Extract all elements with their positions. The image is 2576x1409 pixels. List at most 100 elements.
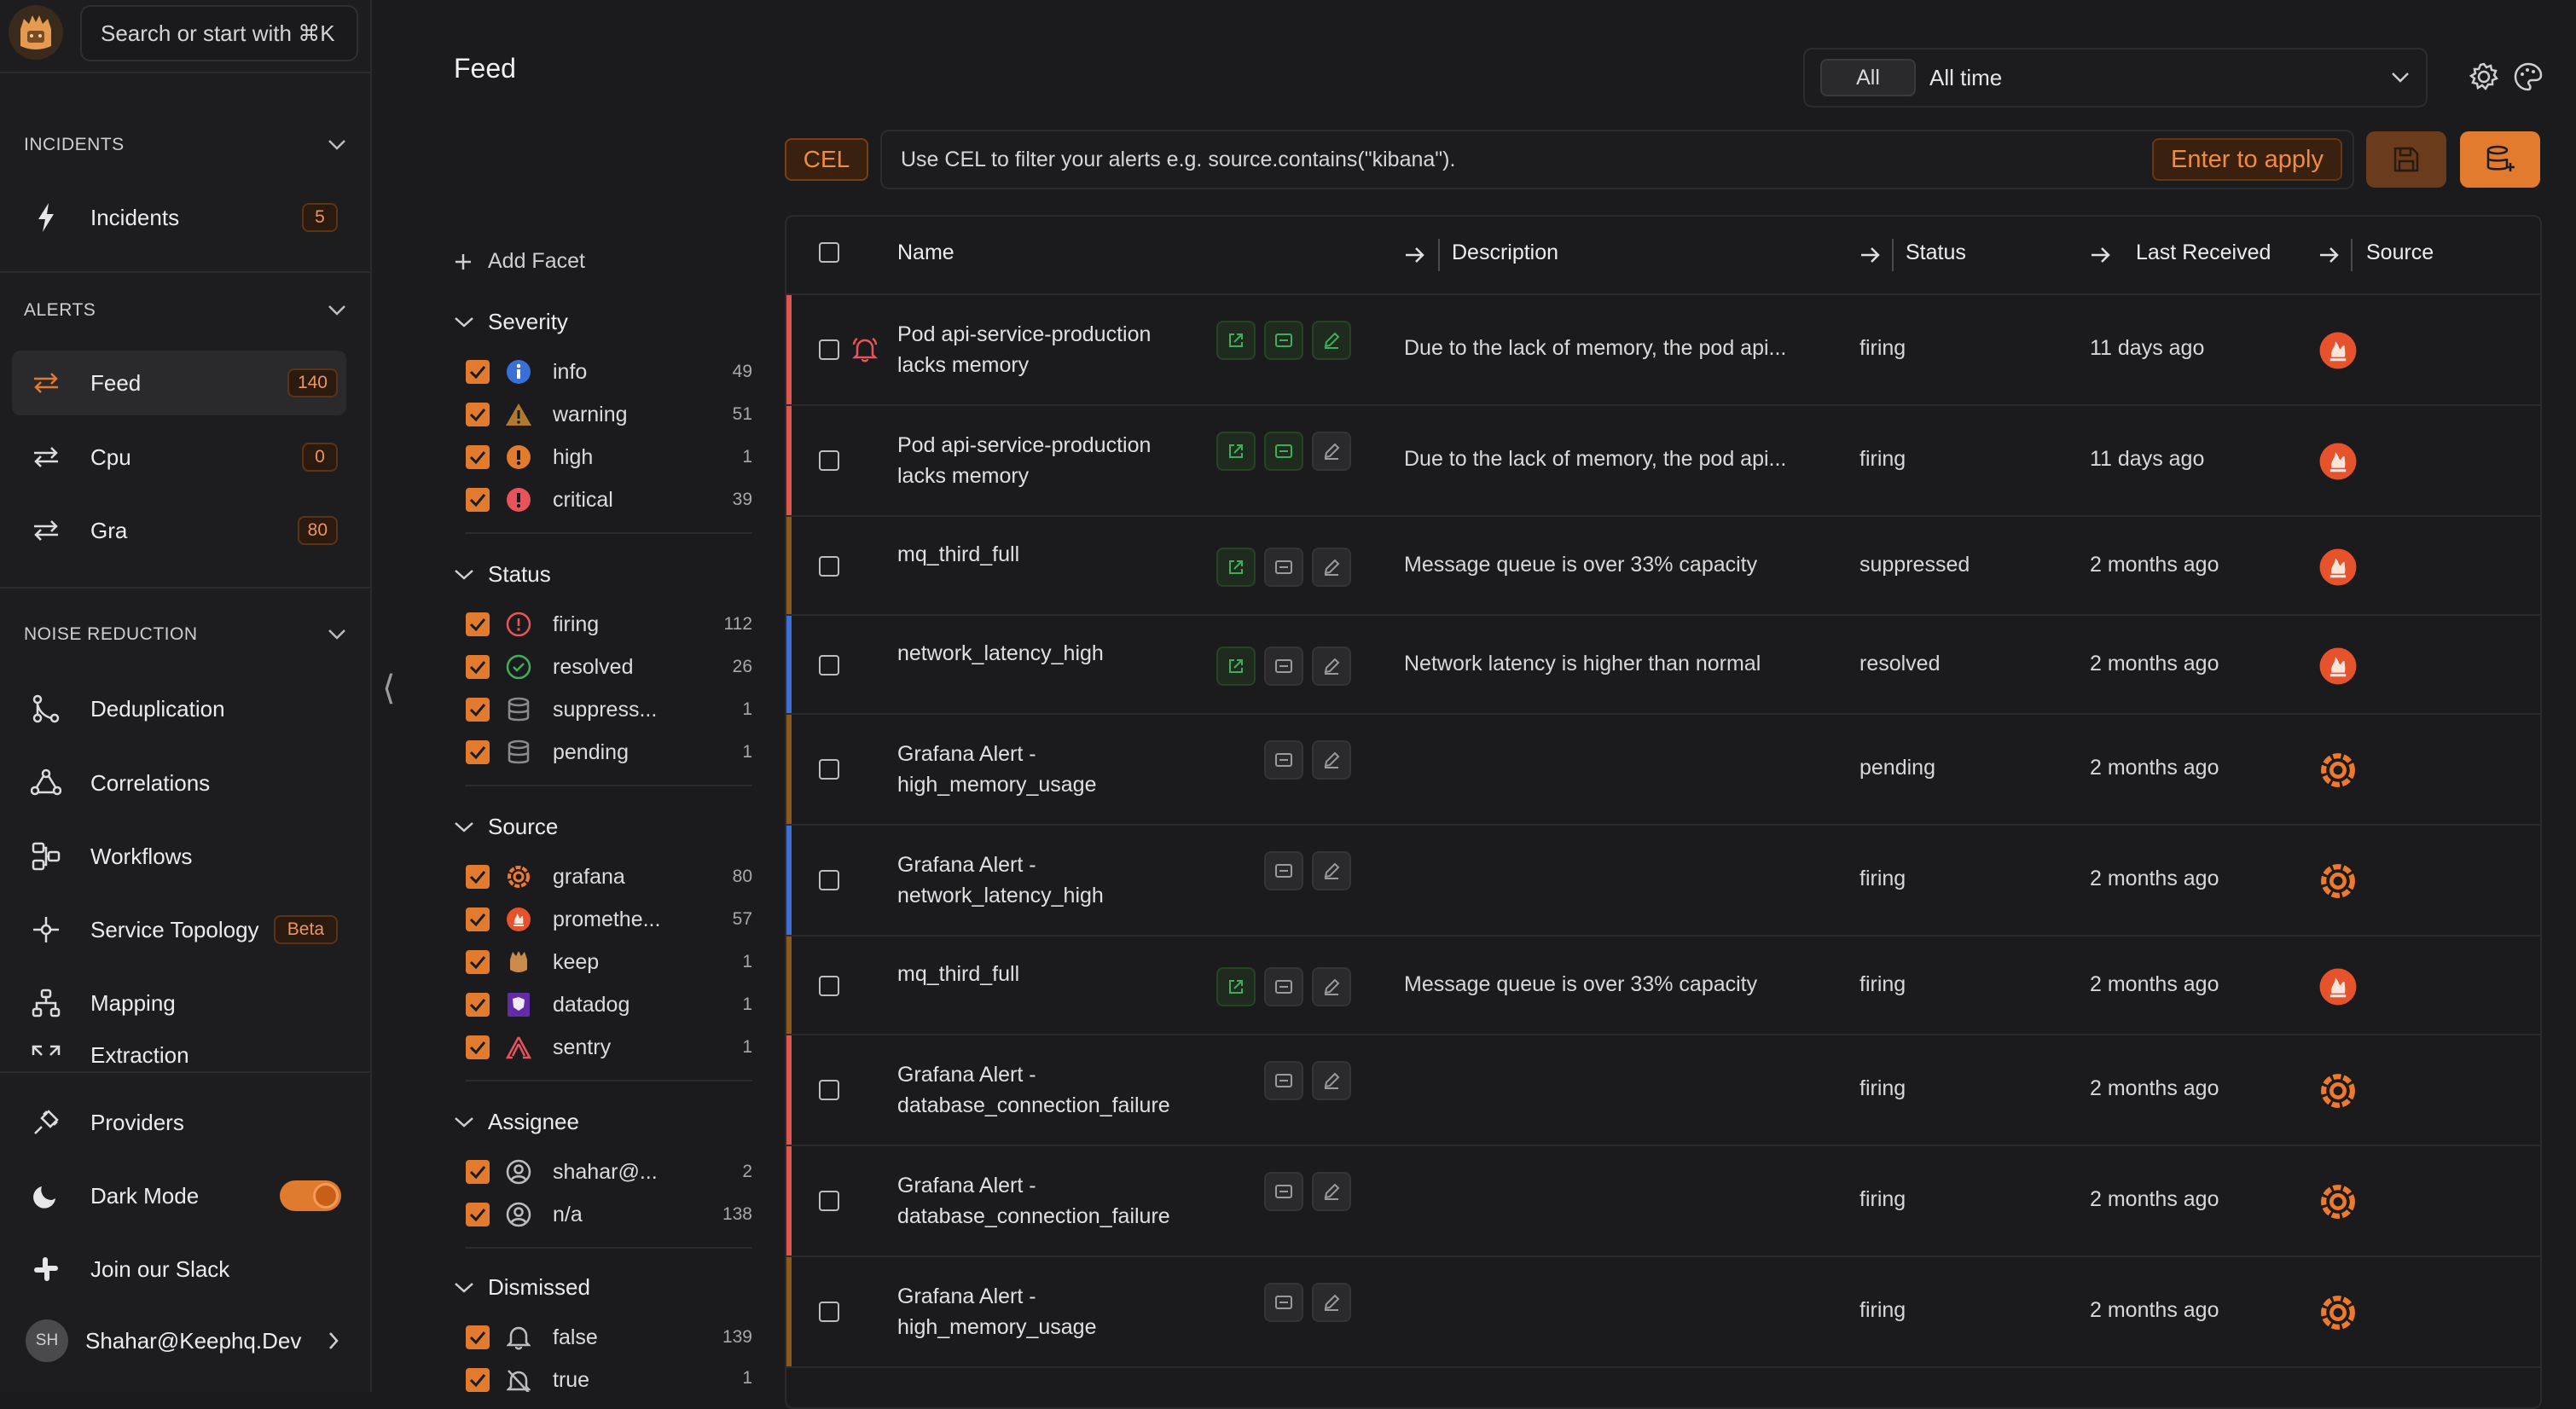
sidebar-item-feed[interactable]: Feed 140 [12,351,346,415]
row-checkbox[interactable] [819,1191,839,1211]
facet-option-prometheus[interactable]: promethe... 57 [466,899,752,940]
sidebar-collapse-handle[interactable]: ⟨ [382,669,396,708]
gear-icon[interactable] [2467,60,2501,94]
checkbox[interactable] [466,488,490,512]
checkbox[interactable] [466,360,490,384]
sidebar-item-service-topology[interactable]: Service Topology Beta [12,897,346,962]
facet-option-suppressed[interactable]: suppress... 1 [466,689,752,730]
facet-option-sentry[interactable]: sentry 1 [466,1027,752,1068]
keep-logo[interactable] [9,5,63,60]
ticket-icon[interactable] [1264,1283,1303,1322]
edit-icon[interactable] [1312,1283,1351,1322]
checkbox[interactable] [466,865,490,889]
edit-icon[interactable] [1312,548,1351,587]
facet-option-info[interactable]: info 49 [466,351,752,392]
facet-header-status[interactable]: Status [454,561,551,588]
alert-name[interactable]: mq_third_full [897,539,1187,570]
sidebar-item-mapping[interactable]: Mapping [12,971,346,1035]
checkbox[interactable] [466,907,490,931]
cel-query-input[interactable]: Use CEL to filter your alerts e.g. sourc… [880,130,2354,189]
alert-name[interactable]: Grafana Alert - database_connection_fail… [897,1059,1187,1121]
edit-icon[interactable] [1312,1061,1351,1100]
alert-name[interactable]: Grafana Alert - database_connection_fail… [897,1170,1187,1232]
palette-icon[interactable] [2511,60,2545,94]
table-row[interactable]: Grafana Alert - high_memory_usage firing… [786,1257,2540,1368]
checkbox[interactable] [466,740,490,764]
checkbox[interactable] [466,403,490,426]
arrow-right-icon[interactable] [1402,242,1428,268]
ticket-icon[interactable] [1264,967,1303,1006]
table-row[interactable]: Grafana Alert - database_connection_fail… [786,1035,2540,1146]
checkbox[interactable] [466,1035,490,1059]
facet-option-assignee-na[interactable]: n/a 138 [466,1194,752,1235]
alert-name[interactable]: Pod api-service-production lacks memory [897,430,1187,491]
alert-name[interactable]: Grafana Alert - high_memory_usage [897,1281,1187,1342]
facet-option-pending[interactable]: pending 1 [466,732,752,773]
user-menu[interactable]: SH Shahar@Keephq.Dev [12,1308,346,1373]
ticket-icon[interactable] [1264,740,1303,780]
table-row[interactable]: Grafana Alert - database_connection_fail… [786,1146,2540,1257]
column-divider[interactable] [2351,239,2353,271]
column-divider[interactable] [1892,239,1894,271]
ticket-icon[interactable] [1264,851,1303,890]
column-header-status[interactable]: Status [1906,241,1966,265]
edit-icon[interactable] [1312,432,1351,471]
facet-option-resolved[interactable]: resolved 26 [466,647,752,687]
checkbox[interactable] [466,655,490,679]
ticket-icon[interactable] [1264,1061,1303,1100]
edit-icon[interactable] [1312,1172,1351,1211]
section-noise-header[interactable]: NOISE REDUCTION [24,618,346,652]
ticket-icon[interactable] [1264,321,1303,360]
column-header-last-received[interactable]: Last Received [2136,241,2271,265]
alert-name[interactable]: Grafana Alert - network_latency_high [897,849,1187,911]
search-input[interactable]: Search or start with ⌘K [80,5,358,61]
checkbox[interactable] [466,1325,490,1349]
row-checkbox[interactable] [819,1302,839,1322]
facet-option-grafana[interactable]: grafana 80 [466,856,752,897]
column-header-name[interactable]: Name [897,241,954,265]
edit-icon[interactable] [1312,851,1351,890]
sidebar-item-cpu[interactable]: Cpu 0 [12,425,346,490]
row-checkbox[interactable] [819,655,839,676]
checkbox[interactable] [466,698,490,722]
sidebar-item-extraction[interactable]: Extraction [12,1042,346,1071]
arrow-right-icon[interactable] [1858,242,1883,268]
facet-option-dismissed-false[interactable]: false 139 [466,1317,752,1358]
section-incidents-header[interactable]: INCIDENTS [24,128,346,162]
edit-icon[interactable] [1312,967,1351,1006]
time-all-button[interactable]: All [1820,59,1916,96]
alert-name[interactable]: Pod api-service-production lacks memory [897,319,1187,380]
facet-option-dismissed-true[interactable]: true 1 [466,1360,752,1392]
time-range-select[interactable]: All All time [1803,48,2428,107]
checkbox[interactable] [466,1160,490,1184]
row-checkbox[interactable] [819,976,839,996]
table-row[interactable]: mq_third_full Message queue is over 33% … [786,517,2540,616]
row-checkbox[interactable] [819,759,839,780]
sidebar-item-correlations[interactable]: Correlations [12,751,346,815]
enter-to-apply-button[interactable]: Enter to apply [2152,138,2342,181]
facet-option-keep[interactable]: keep 1 [466,942,752,983]
checkbox[interactable] [466,612,490,636]
row-checkbox[interactable] [819,870,839,890]
alert-name[interactable]: network_latency_high [897,638,1187,669]
sidebar-item-providers[interactable]: Providers [12,1090,346,1155]
external-link-icon[interactable] [1216,548,1256,587]
facet-option-assignee-shahar[interactable]: shahar@... 2 [466,1151,752,1192]
row-checkbox[interactable] [819,1080,839,1100]
table-row[interactable]: Grafana Alert - high_memory_usage pendin… [786,715,2540,826]
column-divider[interactable] [1438,239,1440,271]
table-row[interactable]: mq_third_full Message queue is over 33% … [786,936,2540,1035]
column-header-description[interactable]: Description [1452,241,1558,265]
external-link-icon[interactable] [1216,647,1256,686]
section-alerts-header[interactable]: ALERTS [24,293,346,328]
select-all-checkbox[interactable] [819,242,839,263]
add-facet-button[interactable]: Add Facet [454,249,585,274]
facet-option-firing[interactable]: firing 112 [466,604,752,645]
external-link-icon[interactable] [1216,967,1256,1006]
sidebar-item-slack[interactable]: Join our Slack [12,1237,346,1302]
facet-option-high[interactable]: high 1 [466,437,752,478]
sidebar-item-deduplication[interactable]: Deduplication [12,676,346,741]
table-row[interactable]: Pod api-service-production lacks memory … [786,406,2540,517]
alert-name[interactable]: Grafana Alert - high_memory_usage [897,739,1187,800]
table-row[interactable]: Pod api-service-production lacks memory … [786,295,2540,406]
